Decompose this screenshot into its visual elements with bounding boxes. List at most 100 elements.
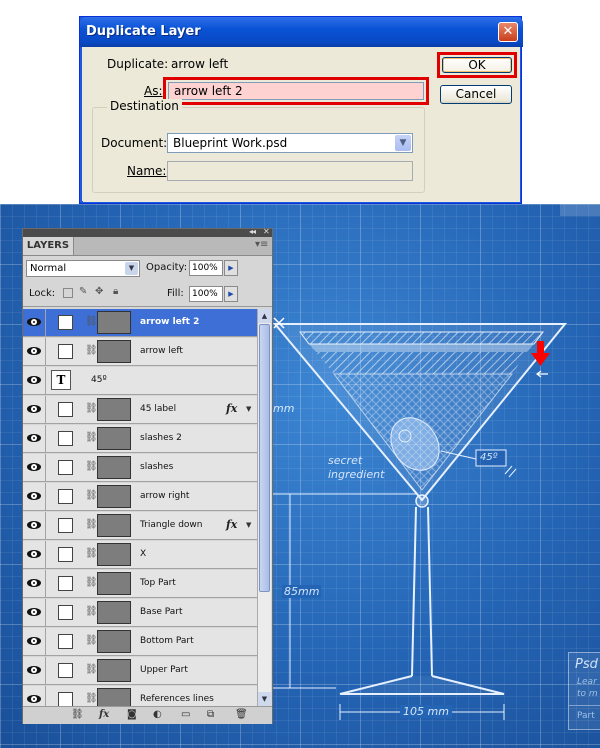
layer-name[interactable]: slashes <box>140 462 173 472</box>
layer-thumbnail[interactable] <box>97 630 131 653</box>
panel-menu-icon[interactable]: ▾≡ <box>255 239 268 250</box>
visibility-toggle[interactable] <box>23 512 46 539</box>
visibility-toggle[interactable] <box>23 367 46 394</box>
chain-link-icon[interactable]: ⛓ <box>85 432 98 443</box>
chain-link-icon[interactable]: ⛓ <box>85 548 98 559</box>
layer-row[interactable]: ⛓ arrow left 2 <box>23 309 257 337</box>
layer-mask-thumbnail[interactable] <box>58 344 73 359</box>
lock-pixels-icon[interactable]: ✎ <box>79 287 89 297</box>
layer-row[interactable]: ⛓ 45 label fx ▼ <box>23 396 257 424</box>
opacity-arrow-icon[interactable]: ▶ <box>224 260 238 276</box>
fx-icon[interactable]: fx <box>226 402 237 415</box>
layer-name[interactable]: Upper Part <box>140 665 188 675</box>
visibility-toggle[interactable] <box>23 483 46 510</box>
layer-mask-thumbnail[interactable] <box>58 315 73 330</box>
lock-transparent-icon[interactable] <box>63 288 73 298</box>
layer-thumbnail[interactable] <box>97 601 131 624</box>
chain-link-icon[interactable]: ⛓ <box>85 316 98 327</box>
as-input[interactable]: arrow left 2 <box>168 82 424 100</box>
cancel-button[interactable]: Cancel <box>440 85 512 104</box>
layer-row[interactable]: ⛓ Base Part <box>23 599 257 627</box>
chain-link-icon[interactable]: ⛓ <box>85 693 98 704</box>
scroll-thumb[interactable] <box>259 324 270 592</box>
layer-name[interactable]: Bottom Part <box>140 636 194 646</box>
add-mask-icon[interactable]: ◙ <box>127 709 137 720</box>
trash-icon[interactable]: 🗑︎ <box>235 709 248 720</box>
layer-name[interactable]: Base Part <box>140 607 183 617</box>
scroll-up-icon[interactable]: ▲ <box>258 309 271 323</box>
layer-name[interactable]: X <box>140 549 146 559</box>
layer-name[interactable]: arrow left 2 <box>140 317 199 327</box>
visibility-toggle[interactable] <box>23 570 46 597</box>
chain-link-icon[interactable]: ⛓ <box>85 403 98 414</box>
layer-row[interactable]: ⛓ X <box>23 541 257 569</box>
fx-icon[interactable]: fx <box>99 709 109 720</box>
psd-promo-box[interactable]: Psd Lear to m Part <box>568 652 600 730</box>
visibility-toggle[interactable] <box>23 396 46 423</box>
chain-link-icon[interactable]: ⛓ <box>85 345 98 356</box>
ok-button[interactable]: OK <box>442 57 512 73</box>
chain-link-icon[interactable]: ⛓ <box>85 606 98 617</box>
layer-mask-thumbnail[interactable] <box>58 663 73 678</box>
chain-link-icon[interactable]: ⛓ <box>85 577 98 588</box>
name-input[interactable] <box>167 161 413 181</box>
layer-name[interactable]: 45 label <box>140 404 176 414</box>
layer-thumbnail[interactable] <box>97 398 131 421</box>
visibility-toggle[interactable] <box>23 425 46 452</box>
layer-mask-thumbnail[interactable] <box>58 489 73 504</box>
visibility-toggle[interactable] <box>23 309 46 336</box>
layer-name[interactable]: arrow left <box>140 346 183 356</box>
new-group-icon[interactable]: ▭ <box>181 709 190 720</box>
layer-mask-thumbnail[interactable] <box>58 576 73 591</box>
layer-thumbnail[interactable] <box>97 688 131 706</box>
layer-thumbnail[interactable] <box>97 427 131 450</box>
close-icon[interactable]: ✕ <box>498 22 518 42</box>
visibility-toggle[interactable] <box>23 686 46 706</box>
layer-thumbnail[interactable] <box>97 543 131 566</box>
layer-mask-thumbnail[interactable] <box>58 460 73 475</box>
chevron-down-icon[interactable]: ▼ <box>395 135 411 151</box>
fill-field[interactable]: 100% <box>189 286 223 302</box>
layer-row[interactable]: ⛓ slashes <box>23 454 257 482</box>
layer-row[interactable]: ⛓ Top Part <box>23 570 257 598</box>
layer-name[interactable]: slashes 2 <box>140 433 182 443</box>
collapse-icon[interactable]: ◂◂ <box>249 227 256 236</box>
chain-link-icon[interactable]: ⛓ <box>85 461 98 472</box>
opacity-field[interactable]: 100% <box>189 260 223 276</box>
layer-thumbnail[interactable] <box>97 311 131 334</box>
chevron-down-icon[interactable]: ▼ <box>125 262 138 275</box>
expand-effects-icon[interactable]: ▼ <box>246 405 251 413</box>
layer-mask-thumbnail[interactable] <box>58 518 73 533</box>
layer-list-scrollbar[interactable]: ▲ ▼ <box>257 309 271 706</box>
layer-row[interactable]: ⛓ arrow left <box>23 338 257 366</box>
layer-thumbnail[interactable] <box>97 514 131 537</box>
layer-row[interactable]: ⛓ Triangle down fx ▼ <box>23 512 257 540</box>
visibility-toggle[interactable] <box>23 657 46 684</box>
layer-name[interactable]: Triangle down <box>140 520 203 530</box>
layer-mask-thumbnail[interactable] <box>58 692 73 706</box>
layer-row[interactable]: ⛓ slashes 2 <box>23 425 257 453</box>
scroll-down-icon[interactable]: ▼ <box>258 692 271 706</box>
chain-link-icon[interactable]: ⛓ <box>85 664 98 675</box>
layer-row[interactable]: ⛓ References lines <box>23 686 257 706</box>
visibility-toggle[interactable] <box>23 541 46 568</box>
layer-mask-thumbnail[interactable] <box>58 605 73 620</box>
layer-row[interactable]: T 45º <box>23 367 257 395</box>
layer-mask-thumbnail[interactable] <box>58 634 73 649</box>
tab-layers[interactable]: LAYERS <box>23 237 74 255</box>
layer-name[interactable]: 45º <box>91 375 107 385</box>
panel-topbar[interactable]: ◂◂ ✕ <box>23 227 272 237</box>
layer-mask-thumbnail[interactable] <box>58 547 73 562</box>
chain-link-icon[interactable]: ⛓ <box>85 519 98 530</box>
fx-icon[interactable]: fx <box>226 518 237 531</box>
lock-position-icon[interactable]: ✥ <box>95 287 105 297</box>
chain-link-icon[interactable]: ⛓ <box>85 635 98 646</box>
link-layers-icon[interactable]: ⛓ <box>71 709 84 720</box>
visibility-toggle[interactable] <box>23 454 46 481</box>
layer-name[interactable]: Top Part <box>140 578 176 588</box>
document-select[interactable]: Blueprint Work.psd ▼ <box>167 133 413 153</box>
layer-thumbnail[interactable] <box>97 456 131 479</box>
blend-mode-select[interactable]: Normal ▼ <box>26 260 140 277</box>
expand-effects-icon[interactable]: ▼ <box>246 521 251 529</box>
fill-arrow-icon[interactable]: ▶ <box>224 286 238 302</box>
